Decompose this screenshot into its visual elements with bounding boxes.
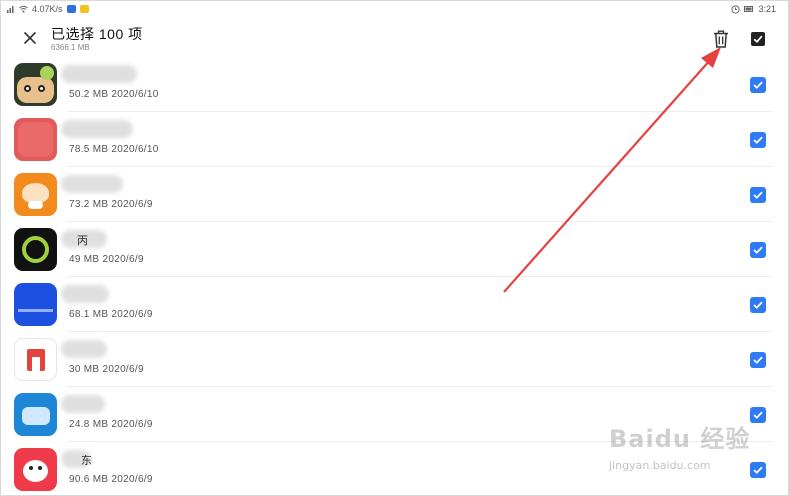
select-all-button[interactable] [747, 28, 769, 50]
app-icon [14, 283, 57, 326]
list-item[interactable]: 78.5 MB 2020/6/10 [1, 112, 788, 167]
network-speed: 4.07K/s [32, 4, 63, 14]
check-icon [753, 356, 763, 364]
app-icon [14, 63, 57, 106]
status-bar: 4.07K/s 3:21 [1, 1, 788, 19]
app-list: 50.2 MB 2020/6/10 78.5 MB 2020/6/10 73.2… [1, 57, 788, 495]
app-size-date: 90.6 MB 2020/6/9 [69, 474, 153, 485]
item-checkbox[interactable] [750, 77, 766, 93]
select-all-icon [751, 32, 765, 46]
trash-icon [714, 30, 728, 48]
selected-size: 6366.1 MB [51, 43, 90, 52]
app-icon [14, 228, 57, 271]
list-item[interactable]: 73.2 MB 2020/6/9 [1, 167, 788, 222]
app-size-date: 50.2 MB 2020/6/10 [69, 89, 159, 100]
list-item[interactable]: 68.1 MB 2020/6/9 [1, 277, 788, 332]
blurred-app-name [61, 285, 109, 303]
app-size-date: 24.8 MB 2020/6/9 [69, 419, 153, 430]
wifi-icon [19, 5, 28, 13]
check-icon [753, 81, 763, 89]
item-checkbox[interactable] [750, 462, 766, 478]
item-checkbox[interactable] [750, 132, 766, 148]
status-left: 4.07K/s [7, 4, 89, 14]
app-size-date: 73.2 MB 2020/6/9 [69, 199, 153, 210]
app-name-fragment: 东 [81, 455, 92, 467]
check-icon [753, 136, 763, 144]
item-checkbox[interactable] [750, 407, 766, 423]
item-checkbox[interactable] [750, 242, 766, 258]
close-button[interactable] [19, 27, 41, 49]
check-icon [753, 411, 763, 419]
list-item[interactable]: 东 90.6 MB 2020/6/9 [1, 442, 788, 495]
check-icon [753, 301, 763, 309]
app-window: 4.07K/s 3:21 已选择 100 项 6366.1 MB 50.2 MB… [0, 0, 789, 496]
selection-header: 已选择 100 项 6366.1 MB [1, 19, 788, 61]
clock-time: 3:21 [758, 4, 776, 14]
page-title: 已选择 100 项 [51, 26, 143, 42]
blurred-app-name [61, 120, 133, 138]
close-icon [23, 31, 37, 45]
app-icon [14, 338, 57, 381]
blurred-app-name [61, 65, 137, 83]
app-size-date: 68.1 MB 2020/6/9 [69, 309, 153, 320]
notification-icon [66, 5, 76, 13]
battery-icon [744, 6, 754, 12]
app-icon [14, 118, 57, 161]
notification-icon [79, 5, 89, 13]
app-size-date: 49 MB 2020/6/9 [69, 254, 144, 265]
app-icon [14, 393, 57, 436]
app-name-fragment: 丙 [77, 235, 88, 247]
app-icon [14, 173, 57, 216]
list-item[interactable]: 30 MB 2020/6/9 [1, 332, 788, 387]
check-icon [753, 191, 763, 199]
blurred-app-name [61, 395, 105, 413]
blurred-app-name [61, 340, 107, 358]
app-size-date: 78.5 MB 2020/6/10 [69, 144, 159, 155]
item-checkbox[interactable] [750, 352, 766, 368]
check-icon [753, 246, 763, 254]
list-item[interactable]: 50.2 MB 2020/6/10 [1, 57, 788, 112]
app-icon [14, 448, 57, 491]
check-icon [753, 466, 763, 474]
list-item[interactable]: 24.8 MB 2020/6/9 [1, 387, 788, 442]
delete-button[interactable] [710, 27, 732, 51]
status-right: 3:21 [731, 4, 776, 14]
list-item[interactable]: 丙 49 MB 2020/6/9 [1, 222, 788, 277]
clock-icon [731, 4, 741, 14]
item-checkbox[interactable] [750, 297, 766, 313]
blurred-app-name [61, 175, 123, 193]
signal-icon [7, 6, 14, 13]
app-size-date: 30 MB 2020/6/9 [69, 364, 144, 375]
item-checkbox[interactable] [750, 187, 766, 203]
